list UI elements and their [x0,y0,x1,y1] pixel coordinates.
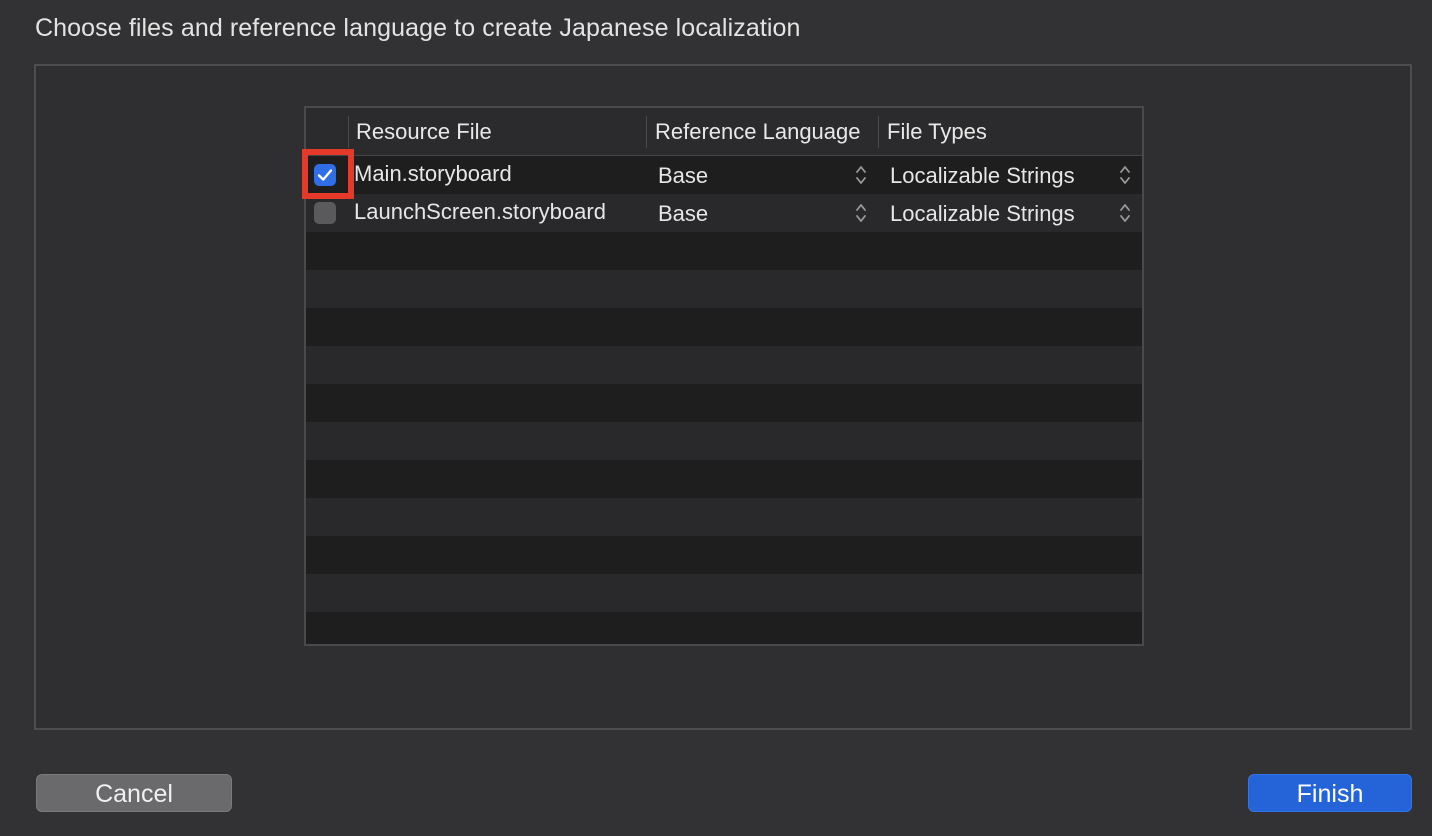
localization-files-table: Resource File Reference Language File Ty… [304,106,1144,646]
empty-row [306,422,1142,460]
empty-row [306,384,1142,422]
resource-file-name: LaunchScreen.storyboard [354,199,606,224]
empty-row [306,232,1142,270]
up-down-chevron-icon[interactable] [854,201,868,225]
up-down-chevron-icon[interactable] [1118,163,1132,187]
empty-row [306,498,1142,536]
finish-button[interactable]: Finish [1248,774,1412,812]
resource-file-name: Main.storyboard [354,161,512,186]
empty-row [306,460,1142,498]
include-checkbox[interactable] [314,202,336,224]
file-type-popup[interactable]: Localizable Strings [890,195,1075,233]
table-row[interactable]: LaunchScreen.storyboard Base Localizable… [306,194,1142,232]
column-header-reference-language[interactable]: Reference Language [647,108,878,155]
dialog-title: Choose files and reference language to c… [35,14,801,42]
empty-row [306,612,1142,644]
table-row[interactable]: Main.storyboard Base Localizable Strings [306,156,1142,194]
empty-row [306,270,1142,308]
include-checkbox[interactable] [314,164,336,186]
cancel-button[interactable]: Cancel [36,774,232,812]
up-down-chevron-icon[interactable] [854,163,868,187]
file-type-popup[interactable]: Localizable Strings [890,157,1075,195]
checkmark-icon [317,169,333,181]
empty-row [306,346,1142,384]
reference-language-popup[interactable]: Base [658,195,708,233]
empty-row [306,308,1142,346]
empty-row [306,536,1142,574]
reference-language-popup[interactable]: Base [658,157,708,195]
table-header: Resource File Reference Language File Ty… [306,108,1142,156]
column-header-file-types[interactable]: File Types [879,108,1142,155]
column-header-resource-file[interactable]: Resource File [348,108,646,155]
up-down-chevron-icon[interactable] [1118,201,1132,225]
empty-row [306,574,1142,612]
